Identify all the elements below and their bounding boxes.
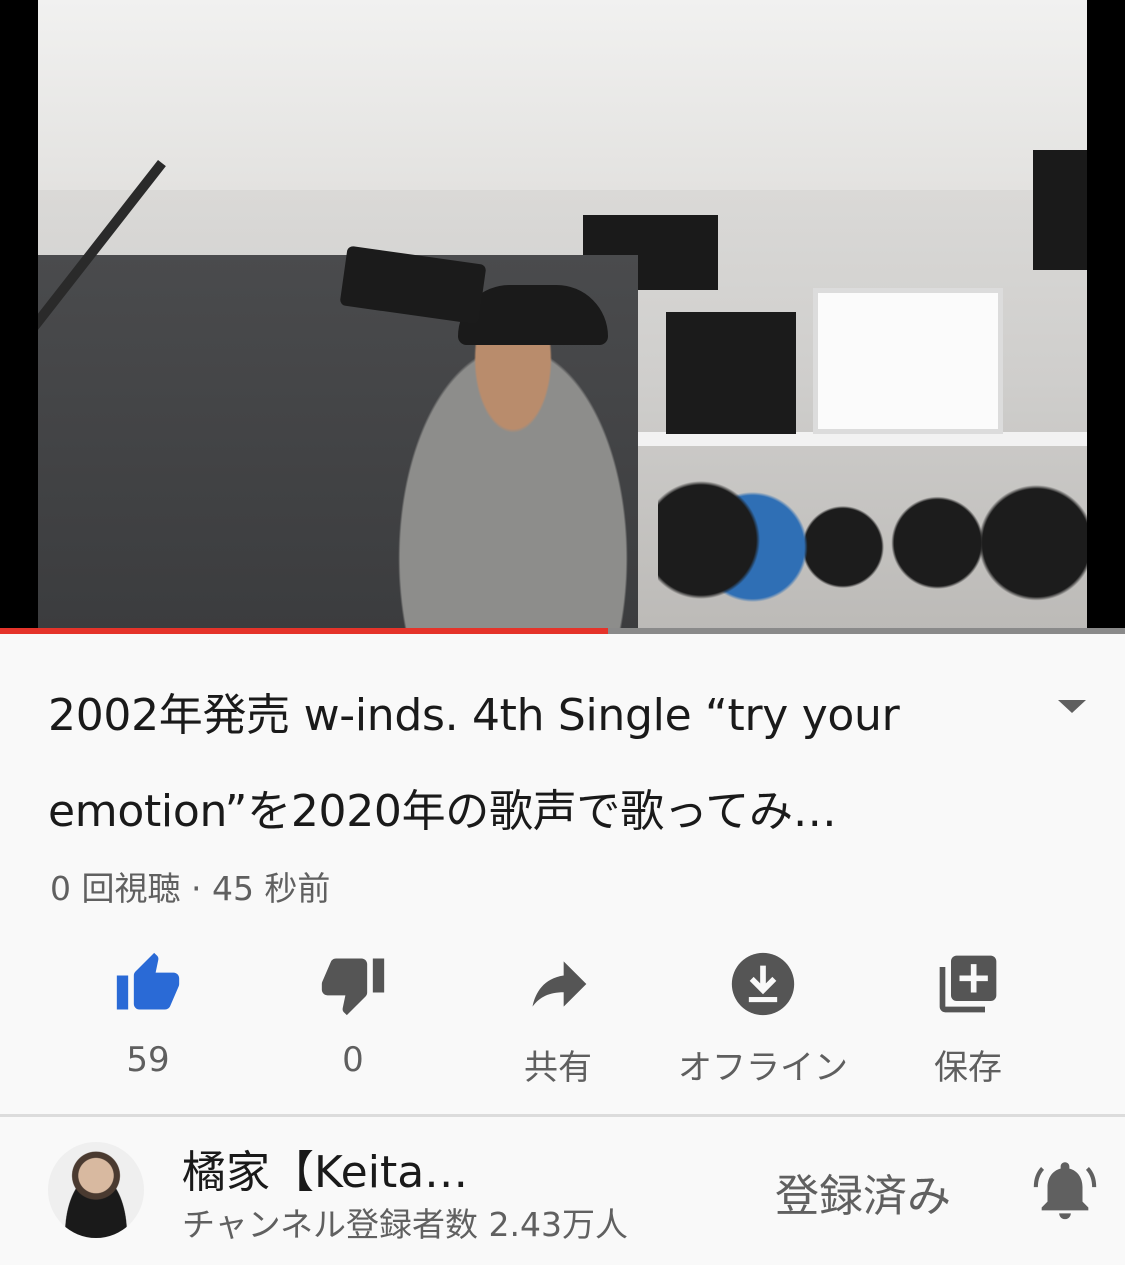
subscribed-button[interactable]: 登録済み <box>775 1160 951 1224</box>
video-scene-cables <box>658 470 1087 610</box>
progress-bar-fill <box>0 628 608 634</box>
progress-bar[interactable] <box>0 628 1125 634</box>
video-title[interactable]: 2002年発売 w-inds. 4th Single “try your emo… <box>48 668 1008 860</box>
video-scene-record <box>666 312 796 434</box>
offline-label: オフライン <box>678 1048 848 1088</box>
video-scene-window <box>1033 150 1087 270</box>
notification-bell-icon <box>1033 1162 1097 1220</box>
like-button[interactable]: 59 <box>48 950 248 1080</box>
video-scene-ceiling <box>38 0 1087 190</box>
thumbs-up-icon <box>116 952 180 1010</box>
dislike-button[interactable]: 0 <box>253 950 453 1080</box>
save-button[interactable]: 保存 <box>868 950 1068 1089</box>
share-icon <box>532 961 587 1007</box>
offline-button[interactable]: オフライン <box>663 950 863 1089</box>
playlist-add-icon <box>939 955 997 1013</box>
video-scene-shelf <box>638 432 1087 446</box>
save-label: 保存 <box>934 1048 1002 1088</box>
share-button[interactable]: 共有 <box>458 950 658 1089</box>
action-bar: 59 0 共有 オフライン 保存 <box>48 950 1078 1090</box>
notification-bell-button[interactable] <box>1030 1155 1100 1229</box>
thumbs-down-icon <box>321 958 385 1016</box>
chevron-down-icon[interactable] <box>1058 700 1086 713</box>
subscriber-count: チャンネル登録者数 2.43万人 <box>182 1205 628 1244</box>
channel-name[interactable]: 橘家【Keita… <box>182 1136 468 1200</box>
avatar[interactable] <box>48 1142 144 1238</box>
video-scene-poster <box>813 288 1003 434</box>
share-label: 共有 <box>524 1048 592 1088</box>
video-player[interactable] <box>0 0 1125 634</box>
like-count: 59 <box>126 1040 170 1080</box>
video-meta: 0 回視聴 · 45 秒前 <box>50 869 331 908</box>
divider <box>0 1114 1125 1117</box>
video-frame[interactable] <box>38 0 1087 634</box>
download-icon <box>731 952 795 1016</box>
dislike-count: 0 <box>342 1040 364 1080</box>
